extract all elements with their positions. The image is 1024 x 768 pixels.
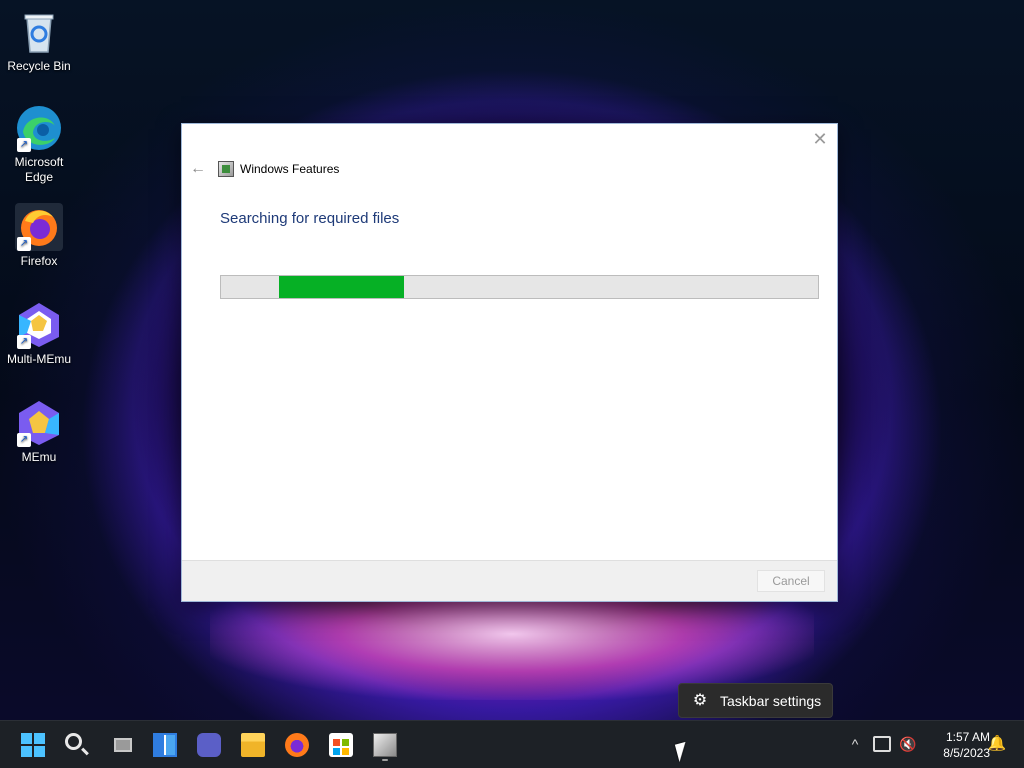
notification-bell-icon[interactable]: 🔔	[987, 734, 1007, 754]
dialog-footer: Cancel	[182, 560, 837, 601]
close-button[interactable]: ✕	[809, 128, 831, 150]
windows-features-dialog: ✕ ← Windows Features Searching for requi…	[181, 123, 838, 602]
edge-icon: ↗	[15, 104, 63, 152]
shortcut-arrow-icon: ↗	[17, 138, 31, 152]
store-icon	[329, 733, 353, 757]
desktop-icon-firefox[interactable]: ↗ Firefox	[0, 203, 78, 269]
desktop-icon-label: Firefox	[20, 254, 58, 268]
windows-features-taskbar-button[interactable]	[369, 729, 401, 761]
task-view-icon	[114, 738, 132, 752]
gear-icon: ⚙	[692, 692, 708, 709]
memu-icon: ↗	[15, 399, 63, 447]
status-heading: Searching for required files	[220, 210, 400, 227]
taskbar-settings-label: Taskbar settings	[720, 693, 822, 709]
chat-button[interactable]	[193, 729, 225, 761]
running-indicator	[382, 759, 388, 761]
widgets-icon	[153, 733, 177, 757]
desktop-icon-label: Multi-MEmu	[6, 352, 71, 366]
dialog-title: Windows Features	[240, 162, 340, 176]
store-button[interactable]	[325, 729, 357, 761]
back-arrow-icon[interactable]: ←	[188, 160, 208, 178]
search-button[interactable]	[61, 729, 93, 761]
desktop-icon-edge[interactable]: ↗ Microsoft Edge	[0, 104, 78, 185]
desktop-icon-label: Microsoft Edge	[14, 155, 64, 184]
widgets-button[interactable]	[149, 729, 181, 761]
firefox-icon: ↗	[15, 203, 63, 251]
taskbar: ^ 🔇 1:57 AM 8/5/2023 🔔	[0, 720, 1024, 768]
start-icon	[21, 733, 45, 757]
multi-memu-icon: ↗	[15, 301, 63, 349]
start-button[interactable]	[17, 729, 49, 761]
desktop-icon-memu[interactable]: ↗ MEmu	[0, 399, 78, 465]
firefox-icon	[285, 733, 309, 757]
progress-bar	[220, 275, 819, 299]
shortcut-arrow-icon: ↗	[17, 237, 31, 251]
taskbar-settings-menu-item[interactable]: ⚙ Taskbar settings	[678, 683, 833, 718]
desktop-icon-recycle-bin[interactable]: Recycle Bin	[0, 8, 78, 74]
chat-icon	[197, 733, 221, 757]
desktop-icon-label: Recycle Bin	[7, 59, 71, 73]
volume-muted-icon[interactable]: 🔇	[899, 734, 917, 754]
cancel-button[interactable]: Cancel	[757, 570, 825, 592]
file-explorer-button[interactable]	[237, 729, 269, 761]
shortcut-arrow-icon: ↗	[17, 335, 31, 349]
file-explorer-icon	[241, 733, 265, 757]
recycle-bin-icon	[15, 8, 63, 56]
network-icon[interactable]	[873, 736, 891, 752]
desktop-icon-label: MEmu	[21, 450, 57, 464]
desktop-icon-multi-memu[interactable]: ↗ Multi-MEmu	[0, 301, 78, 367]
search-icon	[65, 733, 82, 750]
shortcut-arrow-icon: ↗	[17, 433, 31, 447]
progress-bar-fill	[279, 276, 404, 298]
firefox-taskbar-button[interactable]	[281, 729, 313, 761]
clock-time: 1:57 AM	[945, 730, 990, 744]
windows-features-icon	[373, 733, 397, 757]
show-hidden-icons-chevron-icon[interactable]: ^	[846, 734, 864, 754]
windows-features-icon	[218, 161, 234, 177]
task-view-button[interactable]	[105, 729, 137, 761]
clock[interactable]: 1:57 AM 8/5/2023	[922, 729, 990, 761]
clock-date: 8/5/2023	[943, 746, 990, 760]
